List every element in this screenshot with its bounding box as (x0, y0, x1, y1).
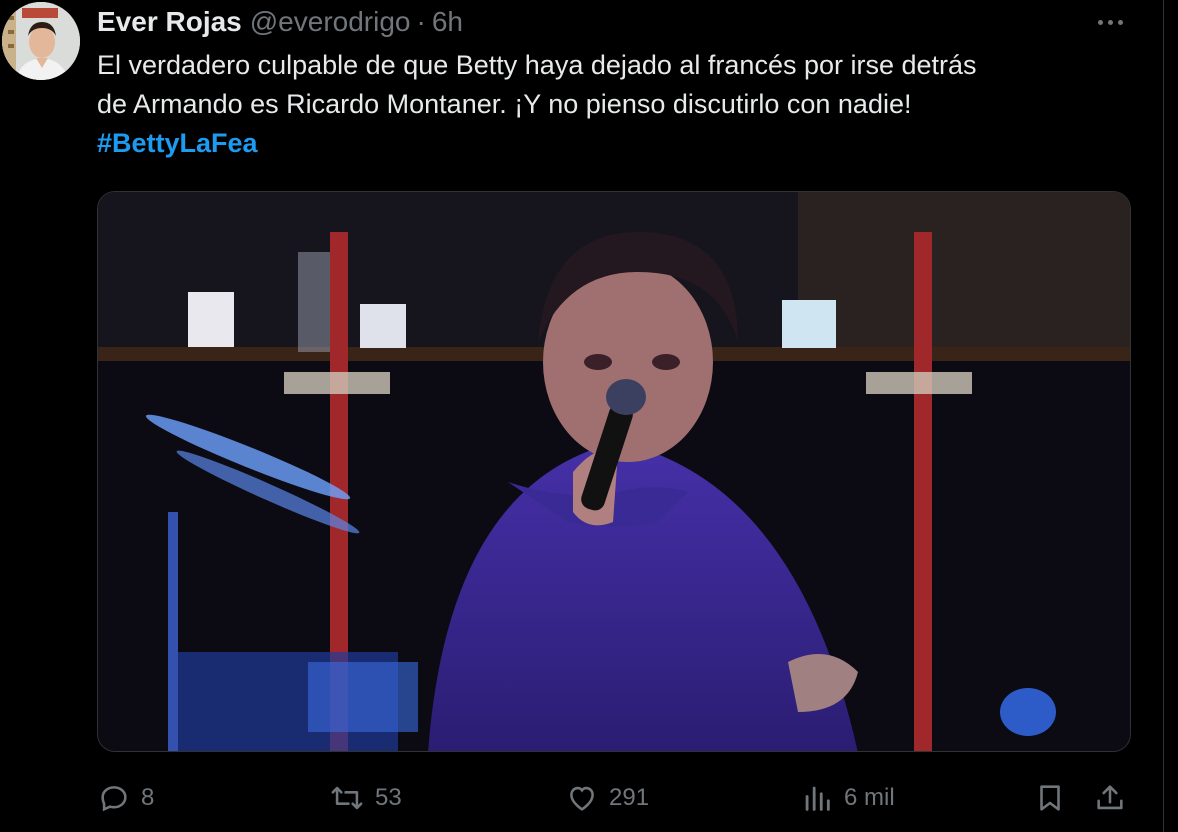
share-icon (1097, 785, 1123, 810)
timestamp[interactable]: 6h (432, 6, 463, 38)
avatar[interactable] (2, 2, 80, 80)
tweet-text: El verdadero culpable de que Betty haya … (97, 46, 1137, 163)
views-button[interactable]: 6 mil (800, 776, 895, 820)
like-count: 291 (609, 784, 650, 811)
retweet-count: 53 (375, 784, 402, 811)
tweet-actions: 8 53 291 6 mil (97, 776, 1137, 820)
tweet-header: Ever Rojas @everodrigo · 6h (97, 4, 463, 40)
bookmark-icon (1040, 785, 1060, 811)
reply-icon (101, 786, 127, 812)
like-button[interactable]: 291 (565, 776, 649, 820)
separator-dot: · (416, 6, 426, 37)
views-icon (805, 786, 830, 811)
views-count: 6 mil (844, 784, 895, 811)
retweet-button[interactable]: 53 (329, 776, 402, 820)
tweet: Ever Rojas @everodrigo · 6h El verdadero… (0, 0, 1178, 832)
more-icon[interactable] (1092, 10, 1128, 34)
retweet-icon (331, 786, 363, 810)
avatar-image (2, 2, 80, 80)
share-button[interactable] (1093, 776, 1127, 820)
heart-icon (570, 786, 594, 811)
tweet-media-image[interactable] (97, 191, 1131, 752)
author-name[interactable]: Ever Rojas (97, 6, 242, 38)
reply-count: 8 (141, 784, 155, 811)
tweet-text-line: El verdadero culpable de que Betty haya … (97, 50, 977, 80)
bookmark-button[interactable] (1033, 776, 1067, 820)
column-divider (1163, 0, 1164, 832)
reply-button[interactable]: 8 (97, 776, 154, 820)
concert-photo (98, 192, 1130, 751)
hashtag-link[interactable]: #BettyLaFea (97, 128, 258, 158)
author-handle[interactable]: @everodrigo (250, 6, 411, 38)
tweet-text-line: de Armando es Ricardo Montaner. ¡Y no pi… (97, 89, 912, 119)
